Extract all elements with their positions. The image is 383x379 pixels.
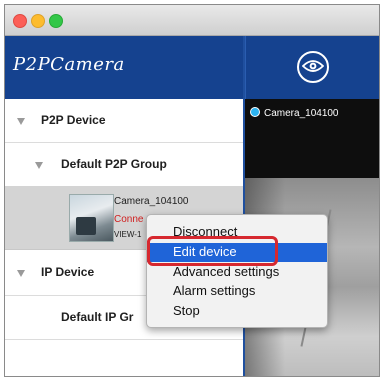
window-titlebar bbox=[5, 5, 379, 36]
viewer-toolbar bbox=[245, 36, 379, 99]
eye-icon bbox=[302, 60, 324, 72]
context-menu: Disconnect Edit device Advanced settings… bbox=[146, 214, 328, 328]
viewer-camera-title-text: Camera_104100 bbox=[264, 108, 339, 119]
menu-item-stop[interactable]: Stop bbox=[147, 302, 327, 321]
camera-status: Conne bbox=[114, 214, 144, 225]
menu-item-label: Advanced settings bbox=[173, 264, 280, 279]
online-dot-icon bbox=[250, 107, 260, 117]
menu-item-label: Stop bbox=[173, 303, 200, 318]
viewer-camera-title: Camera_104100 bbox=[250, 107, 339, 119]
menu-item-label: Alarm settings bbox=[173, 283, 256, 298]
brand-bar: P2PCamera bbox=[5, 36, 243, 99]
camera-name: Camera_104100 bbox=[114, 196, 189, 207]
brand-logo-text: P2PCamera bbox=[13, 54, 125, 75]
close-window-button[interactable] bbox=[13, 14, 27, 28]
default-ip-group-label: Default IP Gr bbox=[61, 310, 134, 324]
tree-item-p2p-device[interactable]: P2P Device bbox=[5, 99, 243, 143]
default-p2p-group-label: Default P2P Group bbox=[61, 157, 167, 171]
expand-triangle-icon[interactable] bbox=[17, 118, 25, 125]
app-window: P2PCamera P2P Device Default P2P Group C… bbox=[4, 4, 380, 377]
tree-item-default-p2p-group[interactable]: Default P2P Group bbox=[5, 143, 243, 187]
zoom-window-button[interactable] bbox=[49, 14, 63, 28]
camera-thumbnail bbox=[69, 194, 114, 242]
tree-empty-row bbox=[5, 340, 243, 376]
menu-item-alarm-settings[interactable]: Alarm settings bbox=[147, 282, 327, 301]
thumbnail-detail bbox=[76, 217, 96, 235]
camera-id: VIEW-1 bbox=[114, 230, 142, 239]
minimize-window-button[interactable] bbox=[31, 14, 45, 28]
p2p-device-label: P2P Device bbox=[41, 113, 106, 127]
expand-triangle-icon[interactable] bbox=[35, 162, 43, 169]
view-toggle-button[interactable] bbox=[297, 51, 329, 83]
ip-device-label: IP Device bbox=[41, 265, 95, 279]
expand-triangle-icon[interactable] bbox=[17, 270, 25, 277]
highlight-annotation bbox=[147, 236, 278, 266]
